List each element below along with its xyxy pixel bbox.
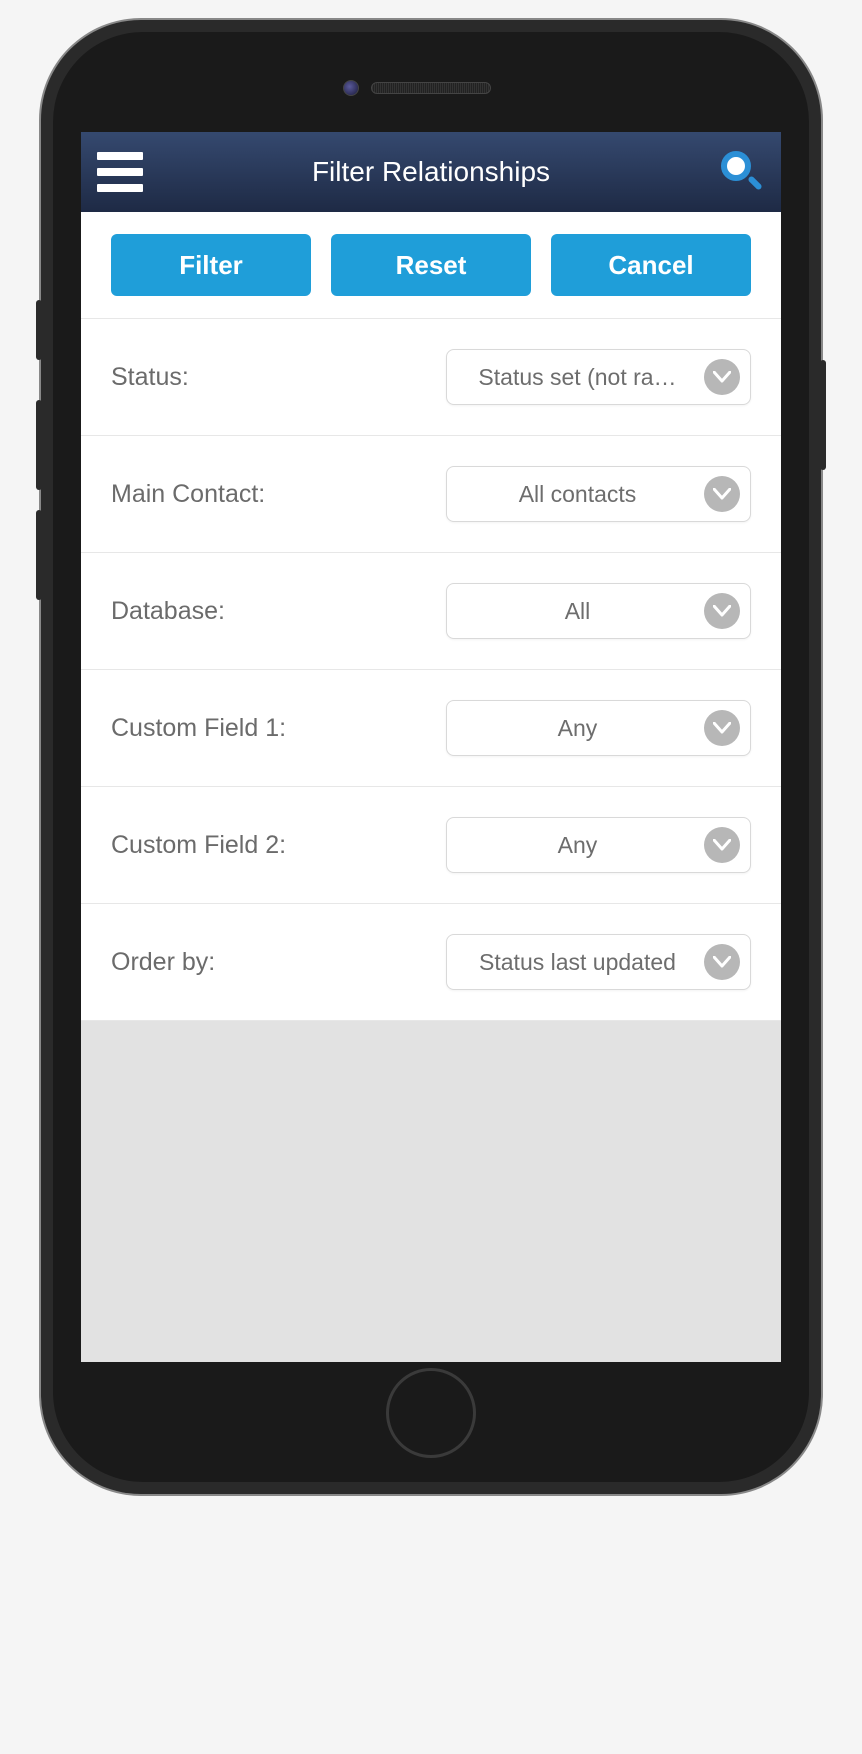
reset-button[interactable]: Reset <box>331 234 531 296</box>
chevron-down-icon <box>704 593 740 629</box>
filter-row-order-by: Order by: Status last updated <box>81 903 781 1021</box>
dropdown-value: Any <box>463 832 692 859</box>
filter-row-custom2: Custom Field 2: Any <box>81 786 781 903</box>
chevron-down-icon <box>704 827 740 863</box>
phone-body: Filter Relationships Filter Reset Cancel… <box>53 32 809 1482</box>
home-button[interactable] <box>386 1368 476 1458</box>
app-header: Filter Relationships <box>81 132 781 212</box>
cancel-button[interactable]: Cancel <box>551 234 751 296</box>
dropdown-value: Status last updated <box>463 949 692 976</box>
filter-label-order-by: Order by: <box>111 948 215 977</box>
order-by-dropdown[interactable]: Status last updated <box>446 934 751 990</box>
dropdown-value: All <box>463 598 692 625</box>
phone-frame: Filter Relationships Filter Reset Cancel… <box>41 20 821 1494</box>
phone-side-button <box>820 360 826 470</box>
filter-label-custom2: Custom Field 2: <box>111 831 286 860</box>
page-title: Filter Relationships <box>312 156 550 188</box>
filter-label-custom1: Custom Field 1: <box>111 714 286 743</box>
dropdown-value: Status set (not ra… <box>463 364 692 391</box>
custom1-dropdown[interactable]: Any <box>446 700 751 756</box>
filter-button[interactable]: Filter <box>111 234 311 296</box>
filter-list: Status: Status set (not ra… Main Contact… <box>81 318 781 1021</box>
phone-side-button <box>36 510 42 600</box>
screen: Filter Relationships Filter Reset Cancel… <box>81 132 781 1362</box>
main-contact-dropdown[interactable]: All contacts <box>446 466 751 522</box>
filter-label-status: Status: <box>111 363 189 392</box>
phone-top-sensors <box>53 82 809 94</box>
action-bar: Filter Reset Cancel <box>81 212 781 318</box>
phone-camera <box>343 80 359 96</box>
database-dropdown[interactable]: All <box>446 583 751 639</box>
search-icon[interactable] <box>719 149 765 195</box>
chevron-down-icon <box>704 944 740 980</box>
filter-row-status: Status: Status set (not ra… <box>81 318 781 435</box>
phone-side-button <box>36 300 42 360</box>
dropdown-value: Any <box>463 715 692 742</box>
menu-icon[interactable] <box>97 152 143 192</box>
custom2-dropdown[interactable]: Any <box>446 817 751 873</box>
chevron-down-icon <box>704 476 740 512</box>
status-dropdown[interactable]: Status set (not ra… <box>446 349 751 405</box>
filter-label-database: Database: <box>111 597 225 626</box>
phone-side-button <box>36 400 42 490</box>
dropdown-value: All contacts <box>463 481 692 508</box>
filter-row-custom1: Custom Field 1: Any <box>81 669 781 786</box>
filter-label-main-contact: Main Contact: <box>111 480 265 509</box>
filter-row-main-contact: Main Contact: All contacts <box>81 435 781 552</box>
chevron-down-icon <box>704 359 740 395</box>
filter-row-database: Database: All <box>81 552 781 669</box>
chevron-down-icon <box>704 710 740 746</box>
phone-speaker <box>371 82 491 94</box>
